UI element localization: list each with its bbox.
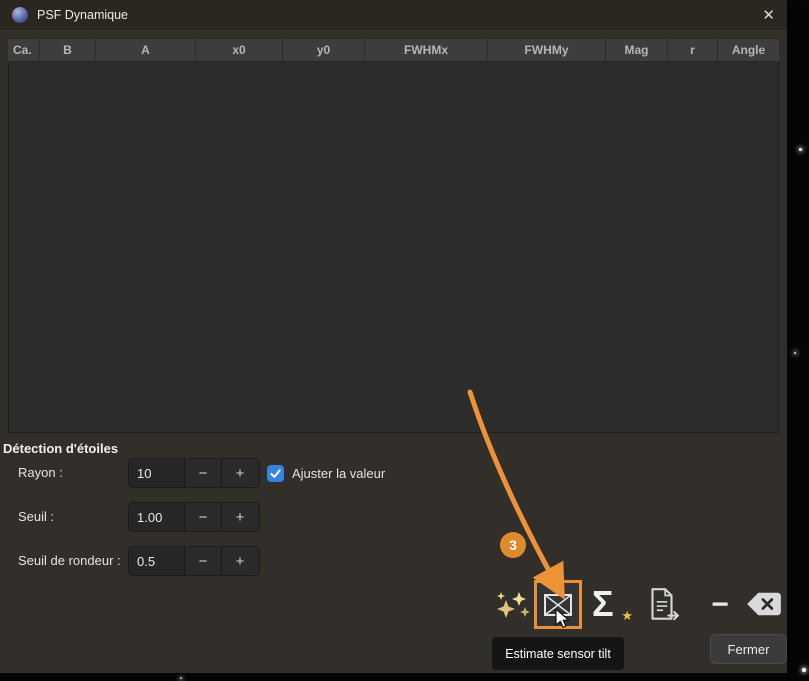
sigma-star-icon: ★ bbox=[621, 608, 633, 623]
column-header-x0[interactable]: x0 bbox=[196, 39, 283, 62]
seuil-spinner: 1.00 − + bbox=[128, 502, 260, 532]
seuil-rondeur-value[interactable]: 0.5 bbox=[129, 547, 184, 575]
stars-table: Ca. B A x0 y0 FWHMx FWHMy Mag r Angle bbox=[8, 38, 779, 433]
column-header-mag[interactable]: Mag bbox=[606, 39, 668, 62]
titlebar[interactable]: PSF Dynamique ✕ bbox=[0, 0, 787, 30]
sigma-icon: Σ bbox=[592, 583, 614, 624]
app-icon bbox=[12, 7, 28, 23]
row-seuil-rondeur: Seuil de rondeur : 0.5 − + bbox=[18, 546, 787, 576]
clear-all-button[interactable] bbox=[745, 590, 783, 618]
table-body-empty[interactable] bbox=[8, 62, 779, 433]
column-header-angle[interactable]: Angle bbox=[718, 39, 779, 62]
seuil-label: Seuil : bbox=[18, 509, 55, 524]
rayon-value[interactable]: 10 bbox=[129, 459, 184, 487]
detect-stars-button[interactable] bbox=[492, 585, 532, 625]
average-stars-button[interactable]: Σ ★ bbox=[592, 583, 633, 625]
rayon-spinner: 10 − + bbox=[128, 458, 260, 488]
checkmark-icon bbox=[270, 468, 281, 478]
backspace-clear-icon bbox=[747, 592, 781, 616]
adjust-value-label: Ajuster la valeur bbox=[292, 465, 386, 481]
adjust-value-checkbox[interactable] bbox=[267, 464, 284, 482]
column-header-r[interactable]: r bbox=[668, 39, 718, 62]
seuil-rondeur-increment-button[interactable]: + bbox=[221, 547, 258, 575]
seuil-value[interactable]: 1.00 bbox=[129, 503, 184, 531]
export-document-icon bbox=[651, 588, 680, 621]
step-badge: 3 bbox=[500, 532, 526, 558]
psf-dynamic-dialog: PSF Dynamique ✕ Ca. B A x0 y0 FWHMx FWHM… bbox=[0, 0, 787, 673]
close-icon[interactable]: ✕ bbox=[762, 8, 775, 23]
column-header-y0[interactable]: y0 bbox=[283, 39, 365, 62]
bright-star bbox=[794, 352, 796, 354]
mouse-cursor bbox=[555, 608, 570, 628]
seuil-increment-button[interactable]: + bbox=[221, 503, 258, 531]
column-header-ca[interactable]: Ca. bbox=[8, 39, 40, 62]
rayon-increment-button[interactable]: + bbox=[221, 459, 258, 487]
adjust-value-group: Ajuster la valeur bbox=[267, 458, 385, 488]
close-dialog-button[interactable]: Fermer bbox=[710, 634, 787, 664]
row-rayon: Rayon : 10 − + Ajuster la valeur bbox=[18, 458, 787, 488]
seuil-rondeur-decrement-button[interactable]: − bbox=[184, 547, 221, 575]
bright-star bbox=[802, 668, 806, 672]
section-title: Détection d'étoiles bbox=[3, 441, 119, 456]
export-list-button[interactable] bbox=[642, 585, 682, 625]
column-header-b[interactable]: B bbox=[40, 39, 96, 62]
column-header-a[interactable]: A bbox=[96, 39, 196, 62]
rayon-label: Rayon : bbox=[18, 465, 63, 480]
star-cluster-icon bbox=[497, 592, 530, 618]
bright-star bbox=[799, 148, 802, 151]
tooltip: Estimate sensor tilt bbox=[492, 637, 624, 670]
column-header-fwhmx[interactable]: FWHMx bbox=[365, 39, 488, 62]
rayon-decrement-button[interactable]: − bbox=[184, 459, 221, 487]
seuil-decrement-button[interactable]: − bbox=[184, 503, 221, 531]
seuil-rondeur-label: Seuil de rondeur : bbox=[18, 553, 121, 568]
window-title: PSF Dynamique bbox=[37, 8, 129, 22]
row-seuil: Seuil : 1.00 − + bbox=[18, 502, 787, 532]
table-header: Ca. B A x0 y0 FWHMx FWHMy Mag r Angle bbox=[8, 38, 779, 62]
column-header-fwhmy[interactable]: FWHMy bbox=[488, 39, 606, 62]
bright-star bbox=[180, 677, 182, 679]
seuil-rondeur-spinner: 0.5 − + bbox=[128, 546, 260, 576]
remove-star-button[interactable]: − bbox=[705, 585, 735, 625]
